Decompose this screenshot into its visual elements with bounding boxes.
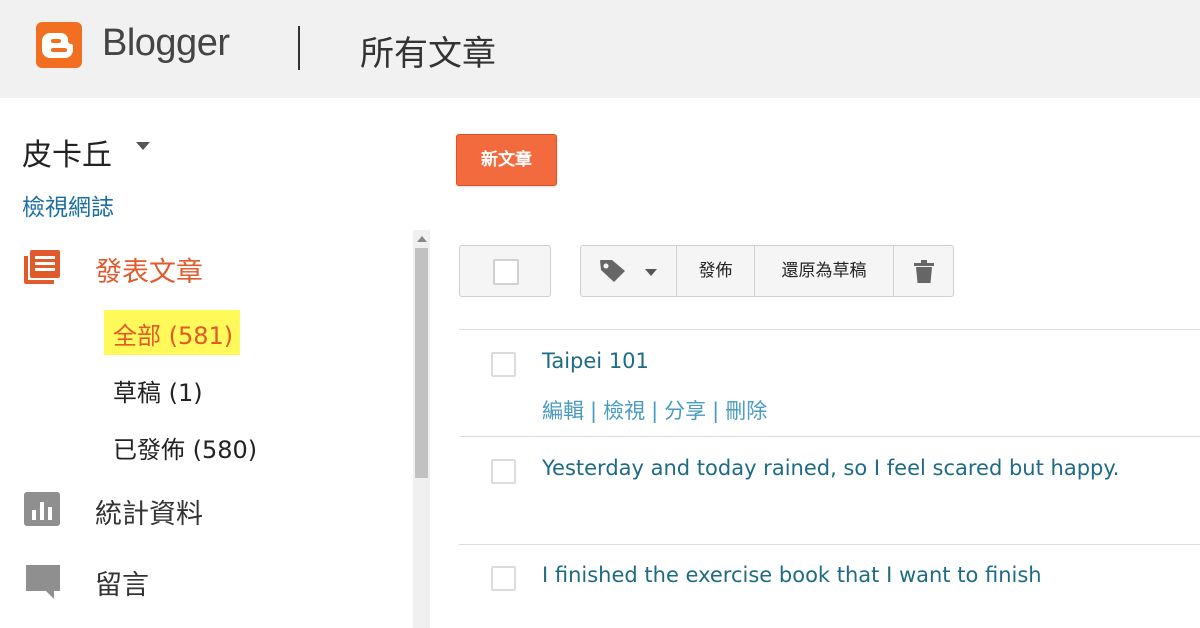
share-post-link[interactable]: 分享	[664, 399, 706, 423]
app-header: Blogger 所有文章	[0, 0, 1200, 98]
sidebar-subitem-drafts[interactable]: 草稿 (1)	[113, 373, 203, 408]
label-dropdown-button[interactable]	[581, 246, 677, 296]
post-title-link[interactable]: I finished the exercise book that I want…	[542, 563, 1042, 587]
action-separator: |	[712, 399, 720, 423]
select-all-button[interactable]	[459, 245, 551, 297]
post-title-link[interactable]: Yesterday and today rained, so I feel sc…	[542, 456, 1119, 480]
new-post-button[interactable]: 新文章	[456, 134, 557, 186]
post-checkbox[interactable]	[491, 566, 516, 591]
stats-icon[interactable]	[24, 492, 60, 530]
scrollbar-thumb[interactable]	[415, 248, 428, 478]
sidebar-item-posts[interactable]: 發表文章	[95, 250, 203, 289]
delete-button[interactable]	[894, 246, 953, 296]
select-all-checkbox[interactable]	[493, 259, 519, 285]
post-checkbox[interactable]	[491, 459, 516, 484]
post-toolbar: 發佈 還原為草稿	[580, 245, 954, 297]
page-title: 所有文章	[360, 34, 496, 74]
delete-post-link[interactable]: 刪除	[725, 399, 767, 423]
edit-post-link[interactable]: 編輯	[542, 399, 584, 423]
row-divider	[459, 436, 1200, 437]
view-blog-link[interactable]: 檢視網誌	[22, 188, 114, 222]
action-separator: |	[590, 399, 598, 423]
revert-to-draft-button[interactable]: 還原為草稿	[755, 246, 894, 296]
blogger-logo-icon[interactable]	[36, 22, 82, 68]
trash-icon	[914, 260, 934, 283]
publish-button[interactable]: 發佈	[677, 246, 755, 296]
row-divider	[459, 329, 1200, 330]
post-actions: 編輯 | 檢視 | 分享 | 刪除	[542, 395, 767, 425]
chevron-down-icon	[645, 269, 657, 276]
comments-icon[interactable]	[24, 563, 62, 605]
chevron-down-icon[interactable]	[136, 142, 150, 150]
post-title-link[interactable]: Taipei 101	[542, 349, 649, 373]
sidebar-subitem-all[interactable]: 全部 (581)	[104, 310, 240, 355]
action-separator: |	[651, 399, 659, 423]
brand-name: Blogger	[102, 22, 230, 64]
header-divider	[298, 26, 300, 70]
scroll-up-arrow-icon[interactable]	[417, 236, 427, 242]
label-tag-icon	[600, 260, 625, 282]
sidebar-item-stats[interactable]: 統計資料	[95, 492, 203, 531]
sidebar-subitem-published[interactable]: 已發佈 (580)	[113, 430, 257, 465]
sidebar-item-comments[interactable]: 留言	[95, 563, 149, 602]
blog-selector[interactable]: 皮卡丘	[22, 130, 112, 174]
post-checkbox[interactable]	[491, 352, 516, 377]
posts-icon[interactable]	[22, 248, 62, 290]
view-post-link[interactable]: 檢視	[603, 399, 645, 423]
row-divider	[459, 544, 1200, 545]
